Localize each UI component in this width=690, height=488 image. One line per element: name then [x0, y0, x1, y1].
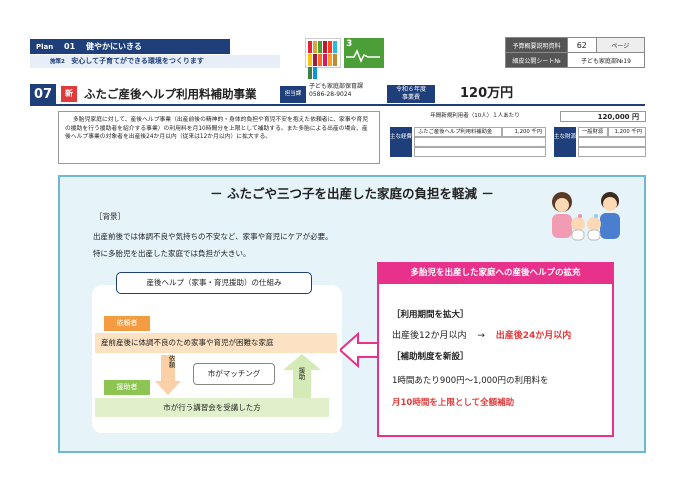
request-label: 依頼	[167, 355, 175, 368]
project-budget: 120万円	[460, 86, 514, 101]
fund-item: 一般財源	[578, 127, 608, 137]
expansion-title: 多胎児を出産した家庭への産後ヘルプの拡充	[377, 262, 614, 284]
requester-label: 依頼者	[104, 316, 150, 331]
department-phone: 0586-28-9024	[309, 91, 352, 98]
ref-sheet-value: 子ども家庭部№19	[567, 52, 645, 68]
plan-bar: Plan 01 健やかにいきる	[30, 39, 230, 54]
fund-label: 主な財源	[554, 127, 576, 157]
subsidy-line-1: 1時間あたり900円～1,000円の利用料を	[392, 376, 549, 386]
assist-arrow-label: 援助	[296, 367, 306, 380]
left-arrow-icon	[340, 331, 379, 369]
ref-page-unit: ページ	[595, 37, 646, 53]
subsidy-line-2: 月10時間を上限として全額補助	[392, 398, 515, 408]
period-change: 出産後12か月以内 → 出産後24か月以内	[392, 328, 571, 341]
project-number: 07	[30, 84, 56, 106]
fiscal-year: 令和６年度	[395, 86, 426, 93]
mechanism-title: 産後ヘルプ（家事・育児援助）の仕組み	[116, 272, 312, 294]
period-old: 出産後12か月以内	[392, 331, 467, 341]
requester-description: 産前産後に体調不良のため家事や育児が困難な家庭	[95, 333, 337, 353]
plan-title: 健やかにいきる	[85, 42, 142, 51]
request-arrow-label: 依頼	[165, 355, 176, 368]
policy-label: 施策2	[50, 59, 65, 65]
fiscal-year-label: 令和６年度 事業費	[387, 85, 435, 103]
project-cost-label: 事業費	[401, 94, 420, 101]
plan-label: Plan	[36, 43, 54, 51]
ref-page-number: 62	[567, 37, 597, 53]
assist-label: 援助	[297, 367, 305, 380]
sdg-icons: 3	[305, 38, 385, 79]
expense-empty-row	[414, 137, 546, 147]
fund-empty-row	[578, 137, 646, 147]
background-heading: ［背景］	[95, 212, 125, 221]
usage-value: 120,000 円	[560, 111, 646, 122]
period-new: 出産後24か月以内	[495, 331, 572, 341]
new-badge: 新	[61, 86, 77, 102]
sdgs-logo-icon	[305, 38, 341, 79]
helper-label: 援助者	[104, 380, 150, 395]
expense-empty-row	[414, 147, 546, 157]
fund-amount: 1,200 千円	[608, 127, 646, 137]
department-label: 担当課	[280, 86, 306, 103]
family-illustration-icon	[552, 192, 620, 241]
background-line-1: 出産前後では体調不良や気持ちの不安など、家事や育児にケアが必要。	[93, 232, 333, 241]
background-line-2: 特に多胎児を出産した家庭では負担が大きい。	[93, 249, 251, 258]
department-name: 子ども家庭部保育課	[309, 83, 364, 90]
ref-budget-label: 予算概要説明資料	[505, 37, 568, 53]
project-title: ふたご産後ヘルプ利用料補助事業	[84, 87, 257, 101]
department-info: 子ども家庭部保育課 0586-28-9024	[309, 83, 363, 99]
sdg-goal-3-icon: 3	[344, 38, 384, 68]
expense-label: 主な経費	[390, 127, 412, 157]
helper-description: 市が行う講習会を受講した方	[95, 398, 329, 417]
background-text: 出産前後では体調不良や気持ちの不安など、家事や育児にケアが必要。 特に多胎児を出…	[93, 228, 333, 262]
subsidy-heading: ［補助制度を新設］	[392, 352, 469, 362]
sdg-goal-number: 3	[346, 39, 353, 49]
ref-sheet-label: 細皮公開シート№	[505, 52, 568, 68]
city-matching-box: 市がマッチング	[193, 363, 275, 385]
reference-table: 予算概要説明資料 62 ページ 細皮公開シート№ 子ども家庭部№19	[505, 37, 646, 68]
project-description: 多胎児家庭に対して、産後ヘルプ事業（出産前後の精神的・身体的負担や育児不安を抱え…	[58, 111, 380, 164]
expense-item: ふたご産後ヘルプ利用料補助金	[414, 127, 502, 137]
period-arrow: →	[477, 331, 485, 341]
plan-number: 01	[64, 42, 76, 51]
fund-empty-row	[578, 147, 646, 157]
period-heading: ［利用期間を拡大］	[392, 310, 469, 320]
policy-title: 安心して子育てができる環境をつくります	[71, 57, 204, 65]
policy-line: 施策2 安心して子育てができる環境をつくります	[30, 55, 280, 68]
expense-amount: 1,200 千円	[502, 127, 546, 137]
usage-title: 年間新規利用者（10人）１人あたり	[430, 113, 520, 119]
